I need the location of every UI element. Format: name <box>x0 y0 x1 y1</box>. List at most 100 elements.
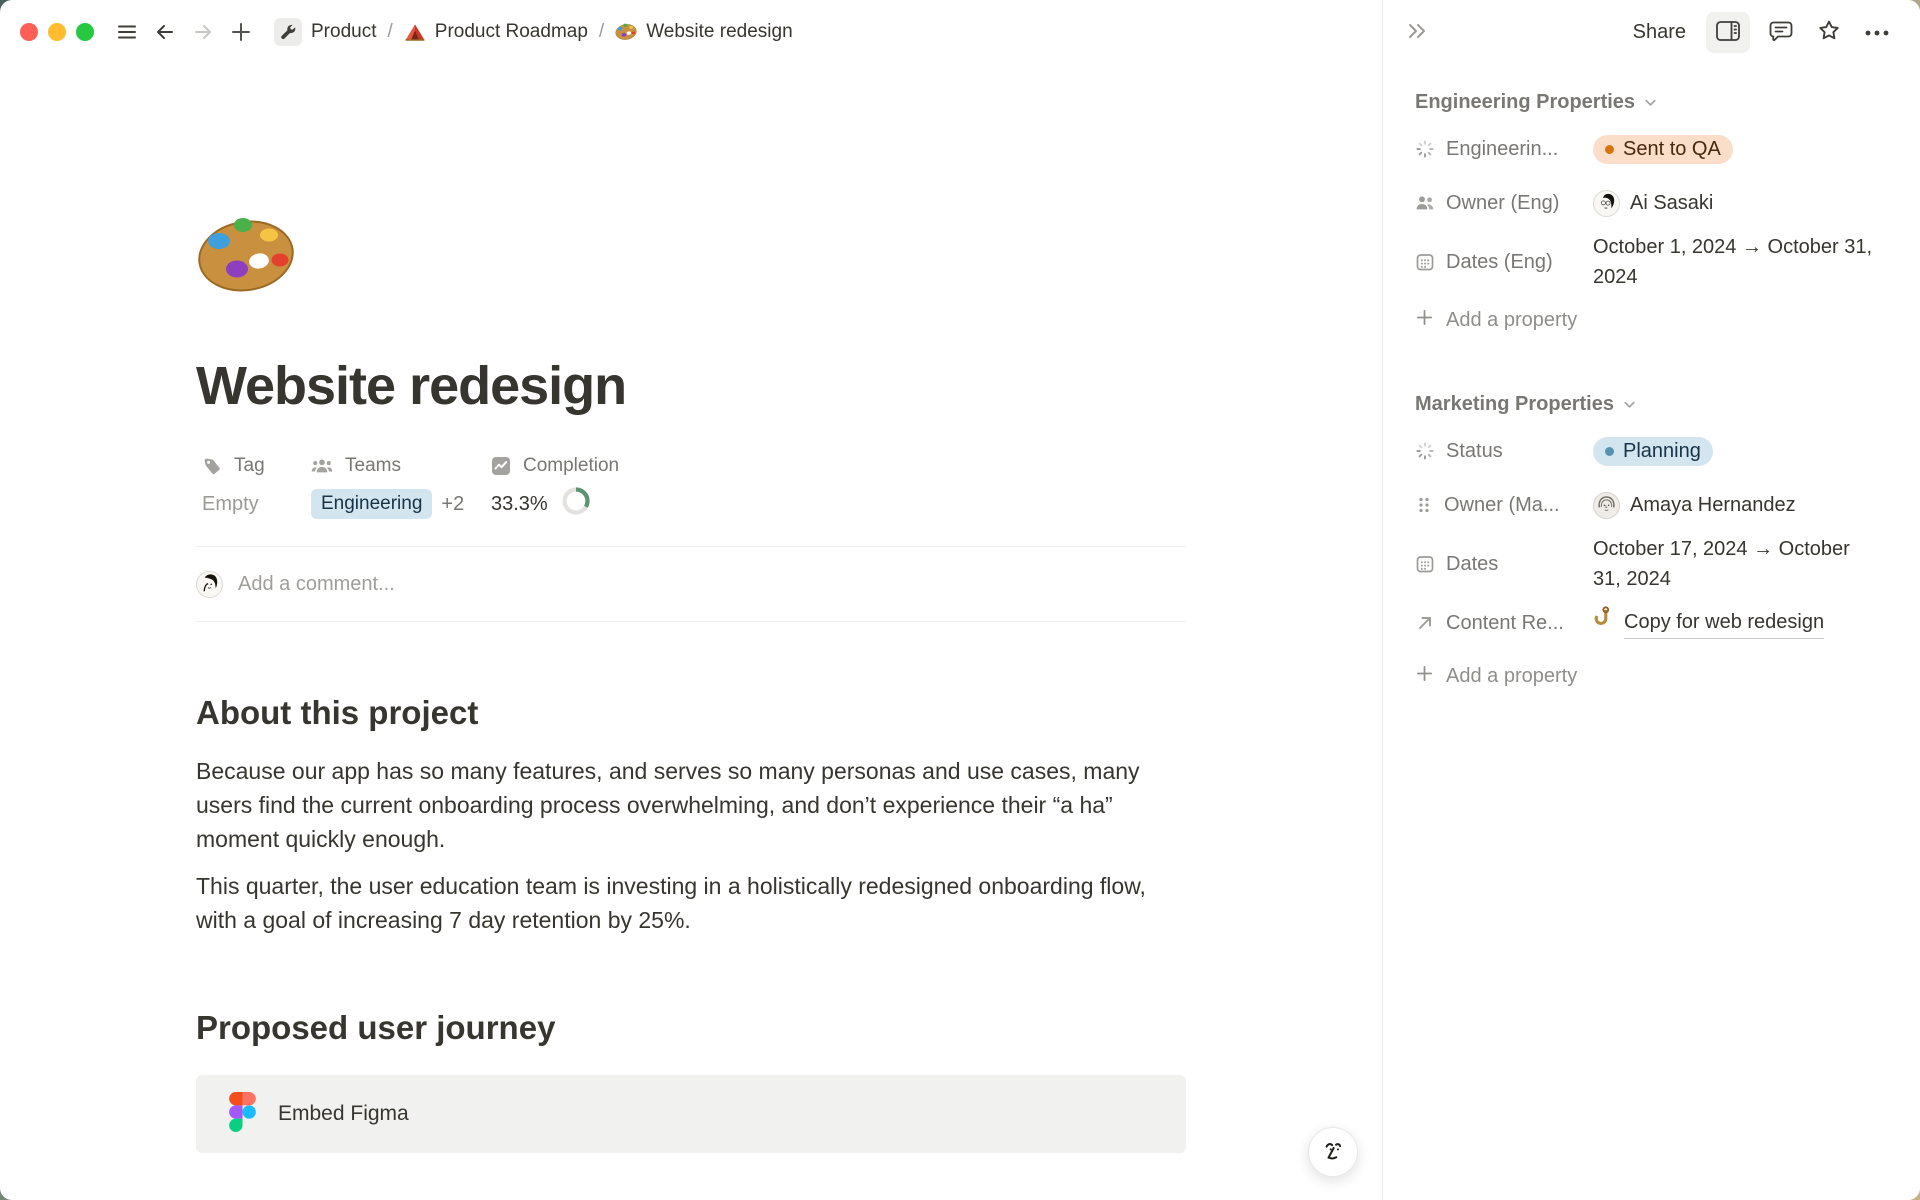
breadcrumb-label: Website redesign <box>646 21 792 43</box>
property-key[interactable]: Dates <box>1415 553 1593 576</box>
teams-more-count[interactable]: +2 <box>441 493 464 516</box>
property-key[interactable]: Status <box>1415 440 1593 463</box>
status-spinner-icon <box>1415 139 1435 159</box>
double-chevron-right-icon <box>1405 20 1429 45</box>
chevron-down-icon <box>1622 397 1637 412</box>
arrow-up-right-icon <box>1415 613 1435 633</box>
property-value[interactable]: Sent to QA <box>1593 135 1880 164</box>
add-property-engineering[interactable]: Add a property <box>1415 294 1880 346</box>
arrow-right-icon <box>192 21 214 43</box>
property-value[interactable]: Amaya Hernandez <box>1593 490 1880 520</box>
property-value[interactable]: Planning <box>1593 437 1880 466</box>
property-tag[interactable]: Tag <box>202 448 311 484</box>
property-completion-value[interactable]: 33.3% <box>491 484 1186 524</box>
panel-topbar: Share <box>1383 0 1920 64</box>
paragraph[interactable]: Because our app has so many features, an… <box>196 754 1186 856</box>
add-property-marketing[interactable]: Add a property <box>1415 650 1880 702</box>
property-row-owner-marketing: Owner (Ma... Amaya Hernandez <box>1415 478 1880 532</box>
date-range: October 17, 2024 → October 31, 2024 <box>1593 538 1850 590</box>
minimize-window-button[interactable] <box>48 23 66 41</box>
section-marketing-properties[interactable]: Marketing Properties <box>1415 384 1880 424</box>
completion-progress-ring <box>561 486 591 522</box>
avatar-current-user <box>196 571 223 598</box>
property-label: Owner (Ma... <box>1444 494 1560 517</box>
chevron-down-icon <box>1643 95 1658 110</box>
favorite-button[interactable] <box>1812 14 1846 50</box>
breadcrumb-item-website-redesign[interactable]: Website redesign <box>609 17 798 47</box>
property-row-status: Status Planning <box>1415 424 1880 478</box>
fullscreen-window-button[interactable] <box>76 23 94 41</box>
property-label: Status <box>1446 440 1503 463</box>
property-teams[interactable]: Teams <box>311 448 491 484</box>
star-icon <box>1816 18 1842 46</box>
person-name: Ai Sasaki <box>1630 188 1713 218</box>
tag-icon <box>202 456 222 476</box>
notion-window: Product / Product Roadmap / Website rede… <box>0 0 1920 1200</box>
calendar-icon <box>1415 252 1435 272</box>
comments-button[interactable] <box>1764 15 1798 50</box>
avatar-ai-sasaki <box>1593 190 1620 217</box>
teams-chip-engineering[interactable]: Engineering <box>311 489 432 519</box>
relation-page-link[interactable]: Copy for web redesign <box>1624 607 1824 639</box>
page-icon-palette[interactable] <box>196 210 296 302</box>
more-options-button[interactable] <box>1860 21 1894 44</box>
property-label: Teams <box>345 455 401 477</box>
property-label: Dates <box>1446 553 1498 576</box>
palette-icon <box>615 21 637 43</box>
property-value[interactable]: Copy for web redesign <box>1593 606 1880 640</box>
hamburger-icon <box>116 21 138 43</box>
breadcrumb-item-product[interactable]: Product <box>268 14 382 50</box>
close-window-button[interactable] <box>20 23 38 41</box>
property-value[interactable]: October 17, 2024 → October 31, 2024 <box>1593 534 1880 594</box>
page-title[interactable]: Website redesign <box>196 354 1186 418</box>
status-pill-planning[interactable]: Planning <box>1593 437 1713 466</box>
property-teams-value[interactable]: Engineering +2 <box>311 484 491 524</box>
heading-about[interactable]: About this project <box>196 692 1186 734</box>
property-key[interactable]: Content Re... <box>1415 612 1593 635</box>
main-pane: Product / Product Roadmap / Website rede… <box>0 0 1382 1200</box>
breadcrumb-item-product-roadmap[interactable]: Product Roadmap <box>398 17 594 47</box>
property-label: Dates (Eng) <box>1446 251 1553 274</box>
heading-journey[interactable]: Proposed user journey <box>196 1007 1186 1049</box>
property-tag-value[interactable]: Empty <box>202 484 311 524</box>
property-row-dates: Dates October 17, 2024 → October 31, 202… <box>1415 532 1880 596</box>
properties-side-panel: Share Engineering Properties <box>1382 0 1920 1200</box>
people-icon <box>1415 193 1435 213</box>
section-engineering-properties[interactable]: Engineering Properties <box>1415 82 1880 122</box>
sidebar-menu-button[interactable] <box>112 17 142 47</box>
forward-button[interactable] <box>188 17 218 47</box>
property-row-engineering-status: Engineerin... Sent to QA <box>1415 122 1880 176</box>
property-key[interactable]: Owner (Ma... <box>1415 494 1593 517</box>
teams-icon <box>311 456 333 476</box>
property-value[interactable]: October 1, 2024 → October 31, 2024 <box>1593 232 1880 292</box>
six-dots-icon <box>1415 495 1433 515</box>
property-key[interactable]: Engineerin... <box>1415 138 1593 161</box>
wrench-icon <box>274 18 302 46</box>
embed-figma-label: Embed Figma <box>278 1102 409 1126</box>
property-completion[interactable]: Completion <box>491 448 1186 484</box>
plus-icon <box>1415 664 1434 689</box>
ellipsis-icon <box>1864 25 1890 40</box>
breadcrumb-label: Product <box>311 21 376 43</box>
property-key[interactable]: Dates (Eng) <box>1415 251 1593 274</box>
paragraph[interactable]: This quarter, the user education team is… <box>196 869 1186 937</box>
status-pill-sent-to-qa[interactable]: Sent to QA <box>1593 135 1733 164</box>
plus-icon <box>229 20 253 44</box>
property-value[interactable]: Ai Sasaki <box>1593 188 1880 218</box>
completion-icon <box>491 456 511 476</box>
status-dot <box>1605 447 1614 456</box>
back-button[interactable] <box>150 17 180 47</box>
share-button[interactable]: Share <box>1627 17 1692 48</box>
collapse-panel-button[interactable] <box>1401 16 1433 49</box>
new-tab-button[interactable] <box>226 17 256 47</box>
page-scroll-area[interactable]: Website redesign Tag Empty <box>0 64 1382 1200</box>
comment-bubble-icon <box>1768 19 1794 46</box>
calendar-icon <box>1415 554 1435 574</box>
property-row-dates-eng: Dates (Eng) October 1, 2024 → October 31… <box>1415 230 1880 294</box>
side-peek-toggle-button[interactable] <box>1706 12 1750 53</box>
property-key[interactable]: Owner (Eng) <box>1415 192 1593 215</box>
embed-figma-block[interactable]: Embed Figma <box>196 1075 1186 1153</box>
comment-input[interactable]: Add a comment... <box>196 547 1186 621</box>
notion-ai-button[interactable] <box>1308 1127 1358 1177</box>
plus-icon <box>1415 308 1434 333</box>
